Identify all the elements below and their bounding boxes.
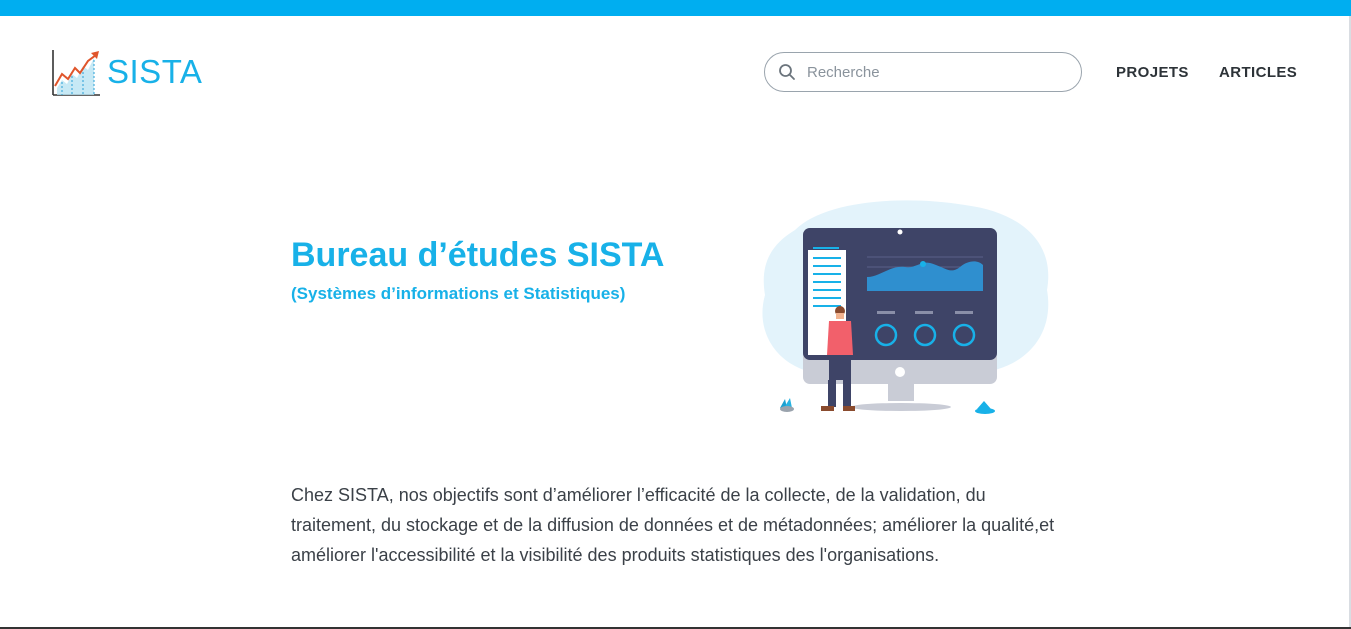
page-subtitle: (Systèmes d’informations et Statistiques… [291, 284, 626, 303]
logo-chart-icon [52, 50, 100, 96]
description-paragraph: Chez SISTA, nos objectifs sont d’amélior… [291, 485, 1055, 565]
nav-articles[interactable]: ARTICLES [1219, 64, 1297, 81]
top-accent-bar [0, 0, 1351, 16]
logo-text: SISTA [107, 53, 203, 90]
logo-link[interactable]: SISTA [50, 46, 202, 98]
nav-projets[interactable]: PROJETS [1116, 64, 1189, 81]
search-box[interactable] [764, 52, 1082, 92]
page-title: Bureau d’études SISTA [291, 236, 665, 274]
dashboard-illustration [762, 200, 1049, 414]
search-icon [779, 64, 795, 80]
search-input[interactable] [805, 62, 1059, 82]
